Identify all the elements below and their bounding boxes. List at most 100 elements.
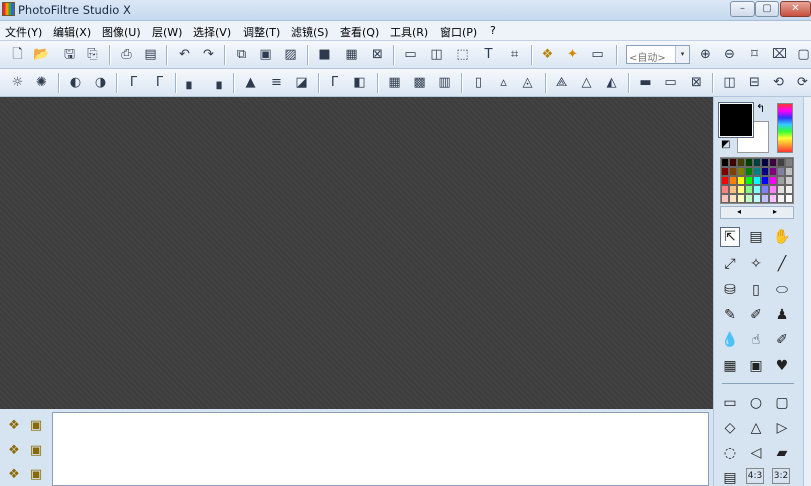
mirror-icon[interactable]: ◫ bbox=[721, 74, 738, 91]
menu-adjust[interactable]: 调整(T) bbox=[243, 24, 280, 40]
menu-select[interactable]: 选择(V) bbox=[193, 24, 231, 40]
palette-swatch[interactable] bbox=[769, 185, 777, 194]
triangle-icon[interactable]: △ bbox=[578, 74, 595, 91]
chevron-down-icon[interactable]: ▾ bbox=[675, 46, 689, 63]
contrast-up-icon[interactable]: ◑ bbox=[92, 74, 109, 91]
palette-swatch[interactable] bbox=[745, 176, 753, 185]
palette-swatch[interactable] bbox=[785, 158, 793, 167]
panel-scrollbar[interactable] bbox=[803, 97, 811, 486]
texture-icon[interactable]: ⊠ bbox=[688, 74, 705, 91]
document-icon[interactable]: ▭ bbox=[402, 46, 419, 63]
paste-image-icon[interactable]: ▣ bbox=[257, 46, 274, 63]
palette-swatch[interactable] bbox=[777, 194, 785, 203]
palette-swatch[interactable] bbox=[769, 158, 777, 167]
canvas-workspace[interactable] bbox=[0, 97, 713, 409]
line-tool-icon[interactable]: ╱ bbox=[772, 254, 792, 274]
menu-edit[interactable]: 编辑(X) bbox=[53, 24, 91, 40]
new-file-icon[interactable]: 🗋 bbox=[9, 46, 26, 63]
window-icon[interactable]: ▭ bbox=[589, 46, 606, 63]
curves-icon[interactable]: ◪ bbox=[293, 74, 310, 91]
palette-swatch[interactable] bbox=[721, 167, 729, 176]
foreground-color-swatch[interactable] bbox=[718, 102, 754, 138]
save-as-icon[interactable]: ⎘ bbox=[84, 46, 101, 63]
palette-swatch[interactable] bbox=[753, 167, 761, 176]
eraser-icon[interactable]: ⬭ bbox=[772, 280, 792, 300]
zoom-out-icon[interactable]: ⊖ bbox=[721, 46, 738, 63]
layer-link-icon[interactable]: ❖ bbox=[5, 465, 23, 483]
minimize-button[interactable]: – bbox=[730, 1, 755, 17]
heart-icon[interactable]: ♥ bbox=[772, 356, 792, 376]
menu-help[interactable]: ? bbox=[490, 24, 496, 37]
palette-swatch[interactable] bbox=[769, 167, 777, 176]
emboss-icon[interactable]: ⟁ bbox=[553, 74, 570, 91]
layer-manager-icon[interactable]: ❖ bbox=[539, 46, 556, 63]
palette-swatch[interactable] bbox=[753, 185, 761, 194]
full-screen-icon[interactable]: ▢ bbox=[795, 46, 811, 63]
zoom-select[interactable]: <自动> ▾ bbox=[626, 45, 690, 64]
pixelate-icon[interactable]: ▥ bbox=[436, 74, 453, 91]
palette-swatch[interactable] bbox=[769, 176, 777, 185]
triangle-shape-icon[interactable]: △ bbox=[746, 418, 766, 438]
palette-swatch[interactable] bbox=[777, 176, 785, 185]
palette-swatch[interactable] bbox=[737, 167, 745, 176]
rotate-right-icon[interactable]: ⟳ bbox=[794, 74, 811, 91]
print-icon[interactable]: ⎙ bbox=[118, 46, 135, 63]
crop-icon[interactable]: ⊠ bbox=[369, 46, 386, 63]
gamma-down-icon[interactable]: Γ bbox=[125, 74, 142, 91]
palette-swatch[interactable] bbox=[721, 185, 729, 194]
menu-image[interactable]: 图像(U) bbox=[102, 24, 141, 40]
redo-icon[interactable]: ↷ bbox=[200, 46, 217, 63]
palette-swatch[interactable] bbox=[761, 185, 769, 194]
fit-window-icon[interactable]: ⌑ bbox=[746, 46, 763, 63]
palette-swatch[interactable] bbox=[761, 194, 769, 203]
save-icon[interactable]: 🖫 bbox=[61, 46, 78, 63]
palette-swatch[interactable] bbox=[777, 158, 785, 167]
polygon-lasso-icon[interactable]: ◁ bbox=[746, 443, 766, 463]
balance-icon[interactable]: ≡ bbox=[268, 74, 285, 91]
undo-icon[interactable]: ↶ bbox=[176, 46, 193, 63]
image-size-icon[interactable]: ◫ bbox=[428, 46, 445, 63]
gamma-up-icon[interactable]: Γ bbox=[151, 74, 168, 91]
ratio-free-icon[interactable]: ▤ bbox=[720, 468, 740, 486]
palette-swatch[interactable] bbox=[721, 176, 729, 185]
checker-icon[interactable]: ▦ bbox=[343, 46, 360, 63]
ellipse-shape-icon[interactable]: ○ bbox=[746, 393, 766, 413]
color-palette[interactable] bbox=[720, 157, 794, 204]
blur-drop-icon[interactable]: 💧 bbox=[720, 330, 740, 350]
palette-swatch[interactable] bbox=[745, 167, 753, 176]
menu-filter[interactable]: 滤镜(S) bbox=[291, 24, 329, 40]
palette-swatch[interactable] bbox=[729, 194, 737, 203]
advanced-brush-icon[interactable]: ✐ bbox=[746, 305, 766, 325]
saturation-up-icon[interactable]: ▗ bbox=[208, 74, 225, 91]
canvas-size-icon[interactable]: ⬚ bbox=[454, 46, 471, 63]
palette-swatch[interactable] bbox=[785, 185, 793, 194]
spray-can-icon[interactable]: ▯ bbox=[746, 280, 766, 300]
layer-copy-icon[interactable]: ▣ bbox=[27, 465, 45, 483]
palette-next-icon[interactable]: ▸ bbox=[773, 207, 777, 216]
palette-swatch[interactable] bbox=[753, 194, 761, 203]
clone-icon[interactable]: ✐ bbox=[772, 330, 792, 350]
auto-contrast-icon[interactable]: ◧ bbox=[351, 74, 368, 91]
open-shape-icon[interactable]: ▰ bbox=[772, 443, 792, 463]
arrow-shape-icon[interactable]: ▷ bbox=[772, 418, 792, 438]
folder-tree-icon[interactable]: ❖ bbox=[5, 441, 23, 459]
magic-wand-icon[interactable]: ✧ bbox=[746, 254, 766, 274]
plugin-icon[interactable]: ✦ bbox=[564, 46, 581, 63]
stamp-icon[interactable]: ♟ bbox=[772, 305, 792, 325]
palette-swatch[interactable] bbox=[729, 176, 737, 185]
palette-swatch[interactable] bbox=[721, 158, 729, 167]
open-folder-icon[interactable]: 📂 bbox=[33, 46, 50, 63]
palette-swatch[interactable] bbox=[729, 158, 737, 167]
layer-tree-icon[interactable]: ❖ bbox=[5, 416, 23, 434]
folder-add-icon[interactable]: ▣ bbox=[27, 441, 45, 459]
diamond-shape-icon[interactable]: ◇ bbox=[720, 418, 740, 438]
palette-swatch[interactable] bbox=[777, 185, 785, 194]
palette-prev-icon[interactable]: ◂ bbox=[737, 207, 741, 216]
palette-swatch[interactable] bbox=[761, 167, 769, 176]
auto-gamma-icon[interactable]: Γ bbox=[326, 74, 343, 91]
border-icon[interactable]: ▭ bbox=[662, 74, 679, 91]
maximize-button[interactable]: ▢ bbox=[755, 1, 779, 17]
transform-icon[interactable]: ⌗ bbox=[506, 46, 523, 63]
menu-layer[interactable]: 层(W) bbox=[152, 24, 182, 40]
brightness-up-icon[interactable]: ✺ bbox=[33, 74, 50, 91]
